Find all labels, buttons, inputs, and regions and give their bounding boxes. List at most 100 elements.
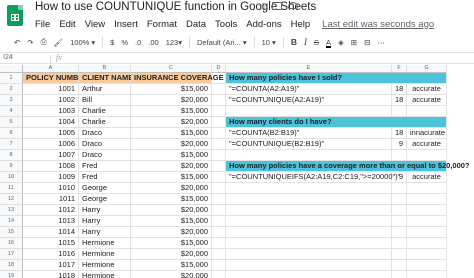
policy-number-cell[interactable]: 1011 — [23, 194, 79, 205]
coverage-cell[interactable]: $20,000 — [131, 139, 212, 150]
cell[interactable] — [212, 227, 226, 238]
cell[interactable] — [407, 216, 447, 227]
client-name-cell[interactable]: Hermione — [79, 249, 131, 260]
percent-button[interactable]: % — [121, 38, 128, 47]
spreadsheet-grid[interactable]: A B C D E F G 1 2 3 4 5 6 7 8 9 10 11 12 13 14 15 16 17 18 19 POLI… — [0, 65, 474, 278]
menu-edit[interactable]: Edit — [59, 19, 75, 30]
cell[interactable] — [226, 227, 392, 238]
increase-decimal-button[interactable]: .00 — [148, 38, 158, 47]
table-header-cell[interactable]: POLICY NUMBER — [23, 73, 89, 84]
policy-number-cell[interactable]: 1006 — [23, 139, 79, 150]
question-header[interactable]: How many clients do I have? — [226, 117, 447, 128]
cell[interactable] — [226, 106, 392, 117]
row-header[interactable]: 18 — [0, 260, 23, 271]
policy-number-cell[interactable]: 1004 — [23, 117, 79, 128]
coverage-cell[interactable]: $20,000 — [131, 117, 212, 128]
result-cell[interactable]: 18 — [392, 95, 407, 106]
cell[interactable] — [226, 271, 392, 278]
policy-number-cell[interactable]: 1007 — [23, 150, 79, 161]
client-name-cell[interactable]: Bill — [79, 95, 131, 106]
formula-text-cell[interactable]: "=COUNTUNIQUE(A2:A19)" — [226, 95, 392, 106]
cell[interactable] — [392, 238, 407, 249]
policy-number-cell[interactable]: 1008 — [23, 161, 79, 172]
sheets-logo-icon[interactable] — [7, 5, 23, 26]
coverage-cell[interactable]: $20,000 — [131, 183, 212, 194]
coverage-cell[interactable]: $20,000 — [131, 205, 212, 216]
status-cell[interactable]: accurate — [407, 84, 447, 95]
column-header[interactable]: D — [212, 65, 226, 73]
row-header[interactable]: 11 — [0, 183, 23, 194]
formula-text-cell[interactable]: "=COUNTUNIQUEIFS(A2:A19,C2:C19,">=20000"… — [226, 172, 400, 183]
cell[interactable] — [212, 150, 226, 161]
cell[interactable] — [212, 84, 226, 95]
cell[interactable] — [212, 260, 226, 271]
cell[interactable] — [407, 194, 447, 205]
result-cell[interactable]: 18 — [392, 84, 407, 95]
name-box[interactable]: I24 — [3, 54, 13, 61]
client-name-cell[interactable]: Hermione — [79, 260, 131, 271]
client-name-cell[interactable]: Harry — [79, 216, 131, 227]
borders-icon[interactable]: ⊞ — [351, 38, 357, 47]
row-header[interactable]: 6 — [0, 128, 23, 139]
status-cell[interactable]: accurate — [407, 95, 447, 106]
currency-button[interactable]: $ — [110, 38, 114, 47]
cell[interactable] — [392, 194, 407, 205]
column-header[interactable]: B — [79, 65, 131, 73]
cell[interactable] — [226, 194, 392, 205]
result-cell[interactable]: 9 — [392, 139, 407, 150]
cell[interactable] — [212, 249, 226, 260]
decrease-decimal-button[interactable]: .0 — [135, 38, 141, 47]
client-name-cell[interactable]: Charlie — [79, 117, 131, 128]
cell[interactable] — [226, 216, 392, 227]
client-name-cell[interactable]: Draco — [79, 128, 131, 139]
cell[interactable] — [212, 183, 226, 194]
cell[interactable] — [392, 183, 407, 194]
bold-button[interactable]: B — [291, 37, 297, 47]
cloud-status-icon[interactable] — [288, 2, 298, 9]
menu-data[interactable]: Data — [186, 19, 206, 30]
client-name-cell[interactable]: George — [79, 194, 131, 205]
more-formats-button[interactable]: 123▾ — [166, 38, 182, 47]
zoom-select[interactable]: 100% ▾ — [70, 38, 95, 47]
policy-number-cell[interactable]: 1010 — [23, 183, 79, 194]
cell[interactable] — [212, 194, 226, 205]
client-name-cell[interactable]: George — [79, 183, 131, 194]
menu-insert[interactable]: Insert — [114, 19, 138, 30]
last-edit-link[interactable]: Last edit was seconds ago — [322, 19, 434, 30]
cell[interactable] — [212, 238, 226, 249]
menu-format[interactable]: Format — [147, 19, 177, 30]
table-header-cell[interactable]: CLIENT NAME — [79, 73, 133, 84]
status-cell[interactable]: innacurate — [407, 128, 447, 139]
cell[interactable] — [392, 150, 407, 161]
client-name-cell[interactable]: Hermione — [79, 238, 131, 249]
cell[interactable] — [212, 172, 226, 183]
client-name-cell[interactable]: Draco — [79, 139, 131, 150]
cell[interactable] — [407, 238, 447, 249]
policy-number-cell[interactable]: 1015 — [23, 238, 79, 249]
text-color-button[interactable]: A — [326, 38, 331, 47]
cell[interactable] — [392, 260, 407, 271]
cell[interactable] — [212, 205, 226, 216]
coverage-cell[interactable]: $15,000 — [131, 216, 212, 227]
font-select[interactable]: Default (Ari... ▾ — [197, 38, 247, 47]
cell[interactable] — [226, 150, 392, 161]
paint-format-icon[interactable]: 🖌 — [54, 38, 64, 47]
more-options-icon[interactable]: ⋯ — [377, 38, 385, 47]
policy-number-cell[interactable]: 1002 — [23, 95, 79, 106]
column-header[interactable]: A — [23, 65, 79, 73]
formula-text-cell[interactable]: "=COUNTUNIQUE(B2:B19)" — [226, 139, 392, 150]
coverage-cell[interactable]: $20,000 — [131, 161, 212, 172]
row-header[interactable]: 5 — [0, 117, 23, 128]
coverage-cell[interactable]: $20,000 — [131, 95, 212, 106]
coverage-cell[interactable]: $20,000 — [131, 227, 212, 238]
client-name-cell[interactable]: Draco — [79, 150, 131, 161]
coverage-cell[interactable]: $15,000 — [131, 150, 212, 161]
menu-file[interactable]: File — [35, 19, 50, 30]
cell[interactable] — [226, 183, 392, 194]
menu-help[interactable]: Help — [291, 19, 311, 30]
row-header[interactable]: 14 — [0, 216, 23, 227]
coverage-cell[interactable]: $15,000 — [131, 238, 212, 249]
cell[interactable] — [212, 271, 226, 278]
cell[interactable] — [226, 249, 392, 260]
policy-number-cell[interactable]: 1005 — [23, 128, 79, 139]
